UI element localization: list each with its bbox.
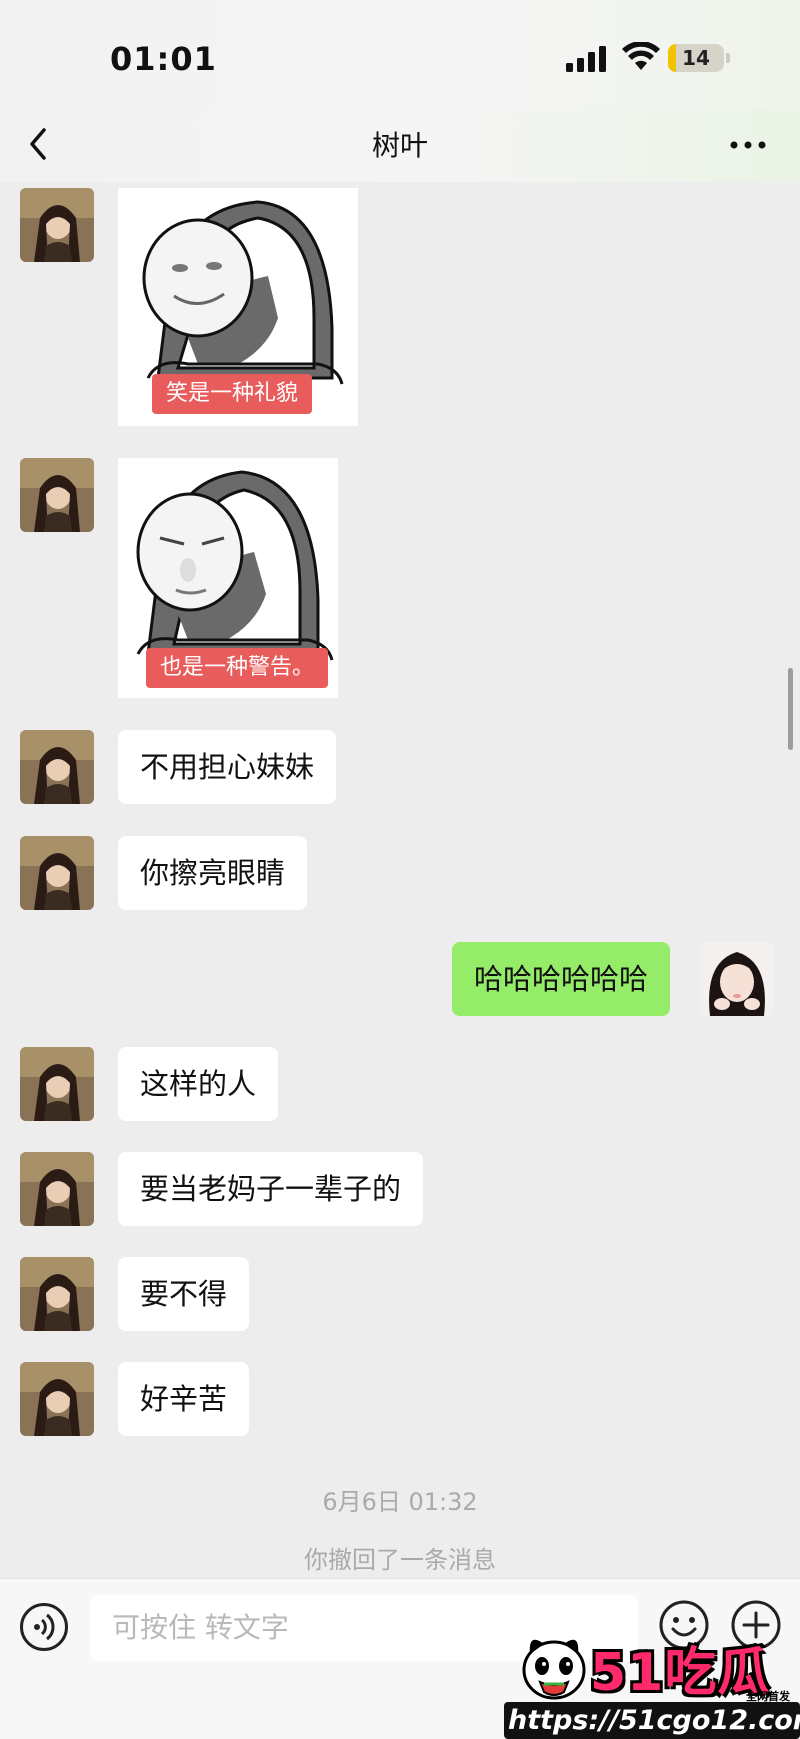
status-bar: 01:01 14 (0, 0, 800, 110)
avatar-photo (20, 1047, 94, 1121)
avatar-photo (20, 188, 94, 262)
sticker-caption: 笑是一种礼貌 (152, 374, 313, 414)
avatar-photo (20, 730, 94, 804)
avatar-photo (20, 1362, 94, 1436)
watermark: 51吃瓜 全网首发 https://51cgo12.com (504, 1622, 800, 1739)
message-bubble[interactable]: 好辛苦 (118, 1362, 250, 1436)
avatar-photo (700, 942, 774, 1016)
watermark-mascot-logo (522, 1639, 586, 1700)
message-bubble[interactable]: 你擦亮眼睛 (118, 836, 308, 910)
avatar-photo (20, 836, 94, 910)
status-time: 01:01 (110, 40, 217, 78)
message-bubble[interactable]: 不用担心妹妹 (118, 730, 337, 804)
avatar-photo (20, 1257, 94, 1331)
signal-icon (566, 46, 606, 72)
recall-notice: 你撤回了一条消息 (304, 1546, 496, 1574)
contact-avatar[interactable] (20, 836, 94, 910)
battery-level: 14 (682, 46, 710, 70)
contact-avatar[interactable] (20, 1257, 94, 1331)
sticker-message[interactable]: 也是一种警告。 (118, 458, 338, 698)
contact-avatar[interactable] (20, 1362, 94, 1436)
message-bubble[interactable]: 要不得 (118, 1257, 250, 1331)
more-dots-icon[interactable] (726, 130, 770, 160)
message-bubble[interactable]: 要当老妈子一辈子的 (118, 1152, 424, 1226)
battery-indicator: 14 (668, 44, 724, 72)
contact-avatar[interactable] (20, 458, 94, 532)
chat-title: 树叶 (371, 129, 428, 162)
contact-avatar[interactable] (20, 730, 94, 804)
watermark-url: https://51cgo12.com (504, 1702, 800, 1739)
chat-header: 树叶 (0, 110, 800, 182)
voice-waves-icon (34, 1613, 55, 1641)
contact-avatar[interactable] (20, 188, 94, 262)
sticker-message[interactable]: 笑是一种礼貌 (118, 188, 358, 426)
time-divider: 6月6日 01:32 (322, 1488, 478, 1516)
sticker-caption: 也是一种警告。 (146, 648, 329, 688)
avatar-photo (20, 1152, 94, 1226)
wifi-icon (622, 42, 660, 70)
avatar-photo (20, 458, 94, 532)
watermark-brand: 51吃瓜 (590, 1643, 771, 1703)
battery-cap (726, 53, 730, 63)
message-bubble-outgoing[interactable]: 哈哈哈哈哈哈 (452, 942, 671, 1016)
self-avatar[interactable] (700, 942, 774, 1016)
scrollbar[interactable] (788, 668, 793, 750)
contact-avatar[interactable] (20, 1047, 94, 1121)
message-bubble[interactable]: 这样的人 (118, 1047, 279, 1121)
voice-icon[interactable] (20, 1603, 68, 1651)
contact-avatar[interactable] (20, 1152, 94, 1226)
